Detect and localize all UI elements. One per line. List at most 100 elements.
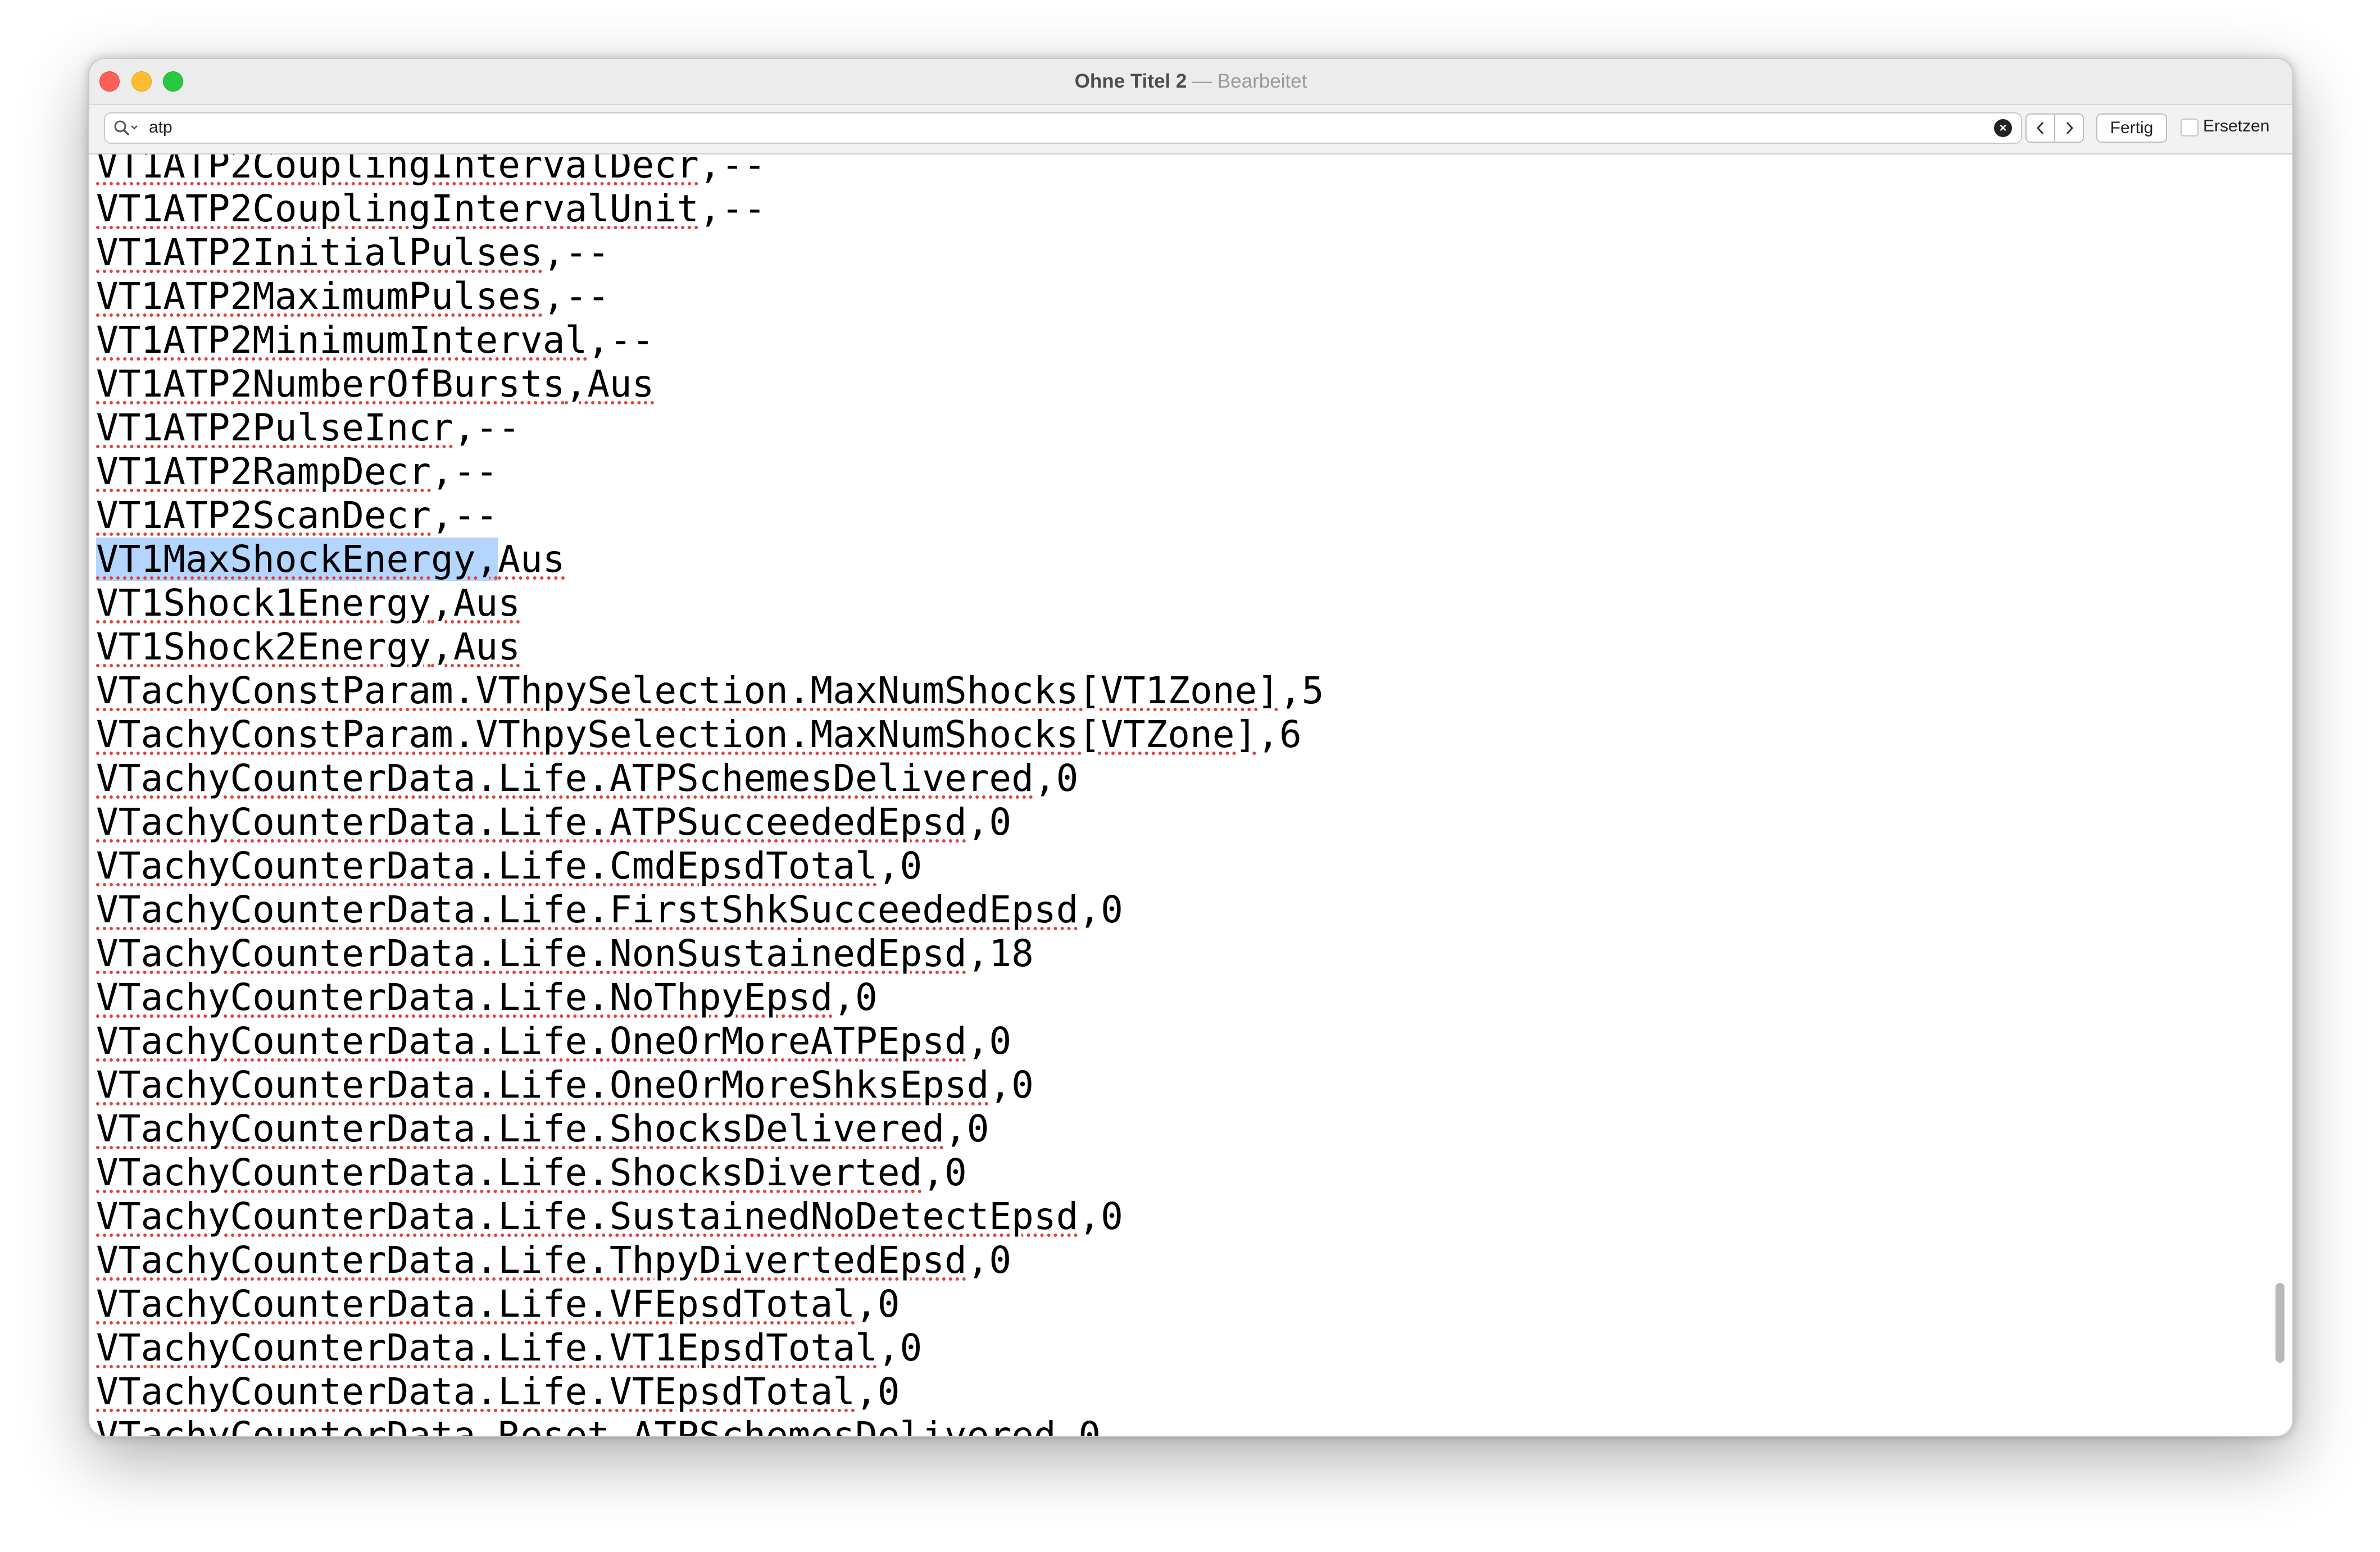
text-line[interactable]: VT1ATP2RampDecr,-- [96,450,2259,494]
text-line[interactable]: VTachyCounterData.Life.CmdEpsdTotal,0 [96,844,2259,888]
line-value: ,0 [855,1370,900,1413]
text-line[interactable]: VTachyConstParam.VThpySelection.MaxNumSh… [96,669,2259,713]
text-line[interactable]: VTachyCounterData.Life.ThpyDivertedEpsd,… [96,1239,2259,1282]
previous-match-button[interactable] [2027,115,2054,142]
text-line[interactable]: VTachyConstParam.VThpySelection.MaxNumSh… [96,713,2259,757]
title-bar[interactable]: Ohne Titel 2 — Bearbeitet [89,59,2292,105]
misspelled-word: VTachyConstParam.VThpySelection.MaxNumSh… [96,669,1279,712]
replace-label[interactable]: Ersetzen [2203,116,2269,136]
misspelled-word: VT1ATP2MaximumPulses [96,275,543,318]
misspelled-word: VT1ATP2CouplingIntervalDecr [96,154,699,186]
line-value: ,0 [966,800,1012,844]
line-value: Aus [498,538,565,581]
line-value: ,0 [966,1020,1012,1063]
text-line[interactable]: VT1MaxShockEnergy,Aus [96,538,2259,581]
text-line[interactable]: VTachyCounterData.Life.NonSustainedEpsd,… [96,932,2259,976]
text-line[interactable]: VT1ATP2ScanDecr,-- [96,494,2259,538]
text-line[interactable]: VT1ATP2MaximumPulses,-- [96,275,2259,318]
misspelled-word: VT1ATP2NumberOfBursts [96,362,565,406]
line-value: ,0 [966,1239,1012,1282]
text-lines: VT1ATP2CouplingIntervalDecr,-- VT1ATP2Cou… [96,154,2259,1436]
text-line[interactable]: VTachyCounterData.Reset.ATPSchemesDelive… [96,1414,2259,1436]
text-line[interactable]: VTachyCounterData.Life.FirstShkSucceeded… [96,888,2259,932]
line-value: ,-- [542,275,610,318]
misspelled-word: VTachyCounterData.Life.NonSustainedEpsd [96,932,967,975]
line-value: ,-- [587,318,655,362]
misspelled-word: VTachyCounterData.Reset.ATPSchemesDelive… [96,1414,1056,1436]
misspelled-word: VT1ATP2ScanDecr [96,494,432,537]
document-name: Ohne Titel 2 [1074,70,1187,92]
window-title: Ohne Titel 2 — Bearbeitet [89,69,2292,94]
text-line[interactable]: VTachyCounterData.Life.OneOrMoreShksEpsd… [96,1063,2259,1107]
line-value: ,-- [542,231,610,274]
line-value: ,0 [989,1063,1034,1107]
text-line[interactable]: VTachyCounterData.Life.ATPSchemesDeliver… [96,757,2259,800]
misspelled-word: VTachyCounterData.Life.VTEpsdTotal [96,1370,856,1413]
text-editor-window: Ohne Titel 2 — Bearbeitet × [88,58,2293,1437]
line-value: ,0 [877,1326,923,1369]
next-match-button[interactable] [2054,115,2083,142]
text-line[interactable]: VT1ATP2CouplingIntervalUnit,-- [96,187,2259,231]
line-value: ,5 [1279,669,1324,712]
line-value: ,0 [1056,1414,1101,1436]
text-line[interactable]: VT1ATP2CouplingIntervalDecr,-- [96,154,2259,187]
misspelled-word: VTachyCounterData.Life.VFEpsdTotal [96,1282,856,1326]
misspelled-word: VTachyCounterData.Life.CmdEpsdTotal [96,844,878,887]
line-value: ,0 [922,1151,967,1194]
misspelled-word: VTachyCounterData.Life.OneOrMoreATPEpsd [96,1020,967,1063]
search-options-icon[interactable] [113,119,140,137]
text-line[interactable]: VT1ATP2InitialPulses,-- [96,231,2259,275]
misspelled-word: VT1ATP2CouplingIntervalUnit [96,187,699,230]
line-value: ,Aus [565,362,655,406]
misspelled-word: VT1ATP2InitialPulses [96,231,543,274]
line-value: ,-- [431,494,498,537]
clear-search-icon[interactable]: × [1994,119,2012,137]
text-area[interactable]: VT1ATP2CouplingIntervalDecr,-- VT1ATP2Cou… [89,154,2292,1436]
misspelled-word: VTachyCounterData.Life.SustainedNoDetect… [96,1195,1079,1238]
misspelled-word: VT1Shock2Energy [96,625,432,668]
line-value: ,0 [1078,888,1123,931]
document-state: Bearbeitet [1217,70,1307,92]
done-button[interactable]: Fertig [2096,113,2167,143]
text-line[interactable]: VTachyCounterData.Life.ATPSucceededEpsd,… [96,800,2259,844]
text-line[interactable]: VT1ATP2MinimumInterval,-- [96,318,2259,362]
line-value: ,Aus [431,581,520,625]
misspelled-word: VTachyCounterData.Life.ThpyDivertedEpsd [96,1239,967,1282]
misspelled-word: VTachyCounterData.Life.ATPSucceededEpsd [96,800,967,844]
text-line[interactable]: VT1ATP2NumberOfBursts,Aus [96,362,2259,406]
chevron-right-icon [2066,121,2073,135]
text-line[interactable]: VT1Shock1Energy,Aus [96,581,2259,625]
text-line[interactable]: VTachyCounterData.Life.ShocksDelivered,0 [96,1107,2259,1151]
text-line[interactable]: VTachyCounterData.Life.ShocksDiverted,0 [96,1151,2259,1195]
misspelled-word: VT1ATP2MinimumInterval [96,318,588,362]
misspelled-word: VT1Shock1Energy [96,581,432,625]
text-line[interactable]: VTachyCounterData.Life.VTEpsdTotal,0 [96,1370,2259,1414]
line-value: ,Aus [431,625,520,668]
line-value: ,-- [698,187,766,230]
line-value: ,-- [453,406,520,449]
find-navigation [2025,113,2084,143]
misspelled-word: VTachyConstParam.VThpySelection.MaxNumSh… [96,713,1257,756]
line-value: ,0 [944,1107,989,1150]
text-line[interactable]: VT1ATP2PulseIncr,-- [96,406,2259,450]
line-value: ,-- [698,154,766,186]
misspelled-word: VTachyCounterData.Life.ATPSchemesDeliver… [96,757,1034,800]
line-value: ,0 [1078,1195,1123,1238]
text-line[interactable]: VTachyCounterData.Life.OneOrMoreATPEpsd,… [96,1020,2259,1063]
line-value: ,0 [833,976,878,1019]
find-bar: × Fertig Ersetzen [89,105,2292,154]
find-input[interactable] [149,117,1947,138]
find-field[interactable]: × [104,112,2022,144]
misspelled-word: VTachyCounterData.Life.ShocksDelivered [96,1107,944,1150]
replace-checkbox[interactable] [2181,119,2199,136]
text-line[interactable]: VTachyCounterData.Life.VT1EpsdTotal,0 [96,1326,2259,1370]
line-value: ,0 [1033,757,1079,800]
misspelled-word: VTachyCounterData.Life.FirstShkSucceeded… [96,888,1079,931]
vertical-scrollbar[interactable] [2275,1283,2284,1363]
text-line[interactable]: VTachyCounterData.Life.NoThpyEpsd,0 [96,976,2259,1020]
text-line[interactable]: VTachyCounterData.Life.SustainedNoDetect… [96,1195,2259,1239]
misspelled-word: VT1ATP2PulseIncr [96,406,453,449]
chevron-left-icon [2036,121,2043,135]
text-line[interactable]: VTachyCounterData.Life.VFEpsdTotal,0 [96,1282,2259,1326]
text-line[interactable]: VT1Shock2Energy,Aus [96,625,2259,669]
